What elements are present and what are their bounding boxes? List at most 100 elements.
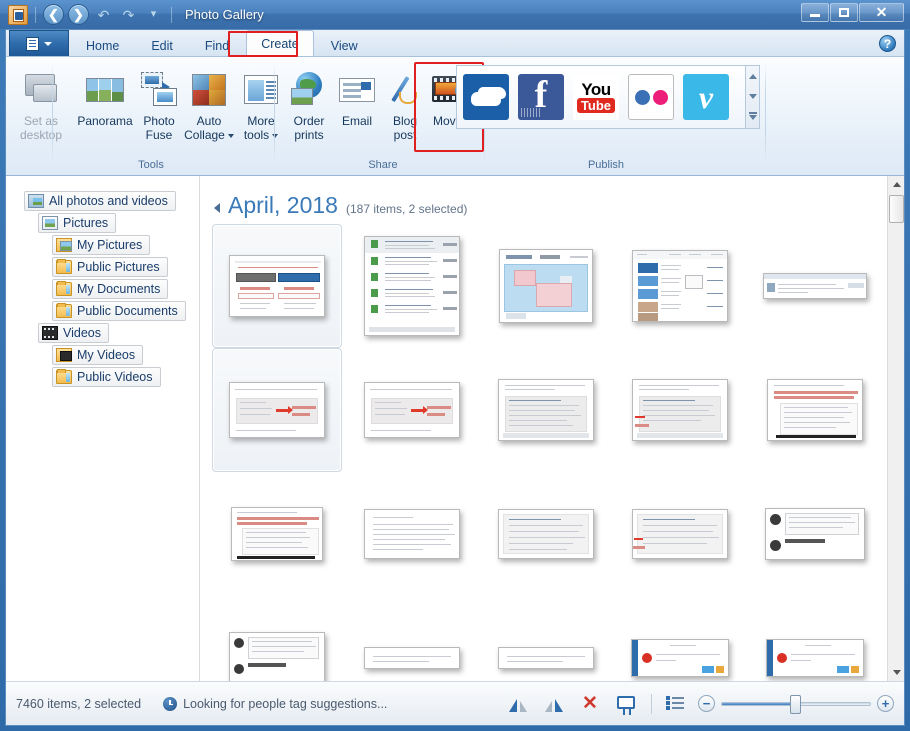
publish-gallery[interactable]: f You Tube v <box>456 65 746 129</box>
expand-gallery-icon[interactable] <box>748 112 757 121</box>
photo-thumbnail[interactable] <box>632 379 729 441</box>
tab-edit[interactable]: Edit <box>136 34 188 56</box>
set-as-desktop-button[interactable]: Set as desktop <box>10 63 72 151</box>
photo-thumbnail[interactable] <box>498 249 593 323</box>
zoom-out-button[interactable]: − <box>698 695 715 712</box>
sidebar-item-videos[interactable]: Videos <box>6 322 199 343</box>
details-view-icon[interactable] <box>666 696 684 711</box>
slideshow-icon[interactable] <box>615 693 637 715</box>
sidebar-item-my-pictures[interactable]: My Pictures <box>6 234 199 255</box>
scrollbar-thumb[interactable] <box>889 195 904 223</box>
scroll-up-icon[interactable] <box>748 73 757 79</box>
thumbnail-cell[interactable] <box>481 472 611 596</box>
delete-icon[interactable]: ✕ <box>579 693 601 715</box>
thumbnail-cell[interactable] <box>615 224 745 348</box>
sidebar-label: Public Pictures <box>77 259 160 274</box>
tab-view[interactable]: View <box>316 34 373 56</box>
minimize-button[interactable] <box>801 3 829 22</box>
flickr-icon[interactable] <box>628 74 674 120</box>
close-button[interactable]: ✕ <box>859 3 904 22</box>
undo-arrow-icon[interactable]: ↶ <box>93 4 114 25</box>
youtube-icon[interactable]: You Tube <box>573 74 619 120</box>
ribbon: Set as desktop Panorama Photo Fuse Auto … <box>6 57 904 176</box>
publish-gallery-scrollbar[interactable] <box>745 65 760 129</box>
photo-thumbnail[interactable] <box>363 382 460 438</box>
sidebar-item-my-videos[interactable]: My Videos <box>6 344 199 365</box>
photo-thumbnail[interactable] <box>631 639 730 677</box>
zoom-in-button[interactable]: + <box>877 695 894 712</box>
thumbnail-cell[interactable] <box>615 472 745 596</box>
youtube-text-bottom: Tube <box>576 97 616 113</box>
photo-fuse-label-1: Photo <box>143 114 175 128</box>
scroll-down-icon[interactable] <box>748 94 757 100</box>
thumbnail-cell[interactable] <box>212 472 342 596</box>
scroll-down-icon[interactable] <box>888 664 904 681</box>
thumbnail-cell[interactable] <box>481 224 611 348</box>
item-count-label: 7460 items, 2 selected <box>16 696 142 711</box>
window-title: Photo Gallery <box>185 7 264 22</box>
thumbnail-cell[interactable] <box>750 224 880 348</box>
tab-find[interactable]: Find <box>190 34 244 56</box>
photo-thumbnail[interactable] <box>765 639 864 677</box>
photo-thumbnail[interactable] <box>363 647 460 669</box>
photo-thumbnail[interactable] <box>497 509 594 559</box>
photo-thumbnail[interactable] <box>766 379 863 441</box>
rotate-left-icon[interactable] <box>507 693 529 715</box>
thumbnail-cell[interactable] <box>481 348 611 472</box>
sidebar-item-all-photos-and-videos[interactable]: All photos and videos <box>6 190 199 211</box>
sidebar-item-public-videos[interactable]: Public Videos <box>6 366 199 387</box>
vimeo-icon[interactable]: v <box>683 74 729 120</box>
thumbnail-cell[interactable] <box>346 224 476 348</box>
sidebar-item-pictures[interactable]: Pictures <box>6 212 199 233</box>
thumbnail-cell[interactable] <box>750 596 880 681</box>
photo-thumbnail[interactable] <box>363 236 460 336</box>
maximize-button[interactable] <box>830 3 858 22</box>
photo-thumbnail[interactable] <box>497 647 594 669</box>
redo-arrow-icon[interactable]: ↷ <box>118 4 139 25</box>
photo-thumbnail[interactable] <box>762 273 867 299</box>
thumbnail-cell[interactable] <box>346 472 476 596</box>
facebook-icon[interactable]: f <box>518 74 564 120</box>
photo-thumbnail[interactable] <box>764 508 865 560</box>
thumbnail-cell[interactable] <box>212 224 343 348</box>
help-icon[interactable]: ? <box>879 35 896 52</box>
customize-arrow-icon[interactable]: ▾ <box>143 4 164 25</box>
zoom-slider[interactable] <box>721 694 871 714</box>
photo-thumbnail[interactable] <box>363 509 460 559</box>
photo-thumbnail[interactable] <box>229 632 326 681</box>
order-prints-label-2: prints <box>294 128 324 142</box>
thumbnail-cell[interactable] <box>212 596 342 681</box>
thumbnail-cell[interactable] <box>750 472 880 596</box>
photo-thumbnail[interactable] <box>632 509 729 559</box>
back-arrow-icon[interactable]: ❮ <box>43 4 64 25</box>
file-menu-button[interactable] <box>9 30 69 56</box>
forward-arrow-icon[interactable]: ❯ <box>68 4 89 25</box>
photo-thumbnail[interactable] <box>229 382 326 438</box>
photo-thumbnail[interactable] <box>497 379 594 441</box>
thumbnail-cell[interactable] <box>212 348 343 472</box>
zoom-slider-handle[interactable] <box>790 694 802 714</box>
rotate-right-icon[interactable] <box>543 693 565 715</box>
gallery-scrollbar[interactable] <box>887 176 904 681</box>
photo-thumbnail[interactable] <box>231 507 324 561</box>
sidebar-item-public-pictures[interactable]: Public Pictures <box>6 256 199 277</box>
tab-home[interactable]: Home <box>71 34 134 56</box>
photo-thumbnail[interactable] <box>229 255 326 317</box>
thumbnail-cell[interactable] <box>481 596 611 681</box>
photo-thumbnail[interactable] <box>632 250 729 322</box>
scroll-up-icon[interactable] <box>888 176 904 193</box>
onedrive-icon[interactable] <box>463 74 509 120</box>
email-icon <box>337 70 377 110</box>
thumbnail-cell[interactable] <box>346 596 476 681</box>
thumbnail-cell[interactable] <box>750 348 880 472</box>
tools-group-label: Tools <box>138 159 164 171</box>
thumbnail-cell[interactable] <box>615 596 745 681</box>
tab-create[interactable]: Create <box>246 30 314 56</box>
thumbnail-cell[interactable] <box>615 348 745 472</box>
sidebar-item-public-documents[interactable]: Public Documents <box>6 300 199 321</box>
pictures-icon <box>42 215 58 230</box>
sidebar-item-my-documents[interactable]: My Documents <box>6 278 199 299</box>
collapse-triangle-icon[interactable] <box>214 203 220 213</box>
activity-status-label: Looking for people tag suggestions... <box>183 696 388 711</box>
thumbnail-cell[interactable] <box>346 348 476 472</box>
